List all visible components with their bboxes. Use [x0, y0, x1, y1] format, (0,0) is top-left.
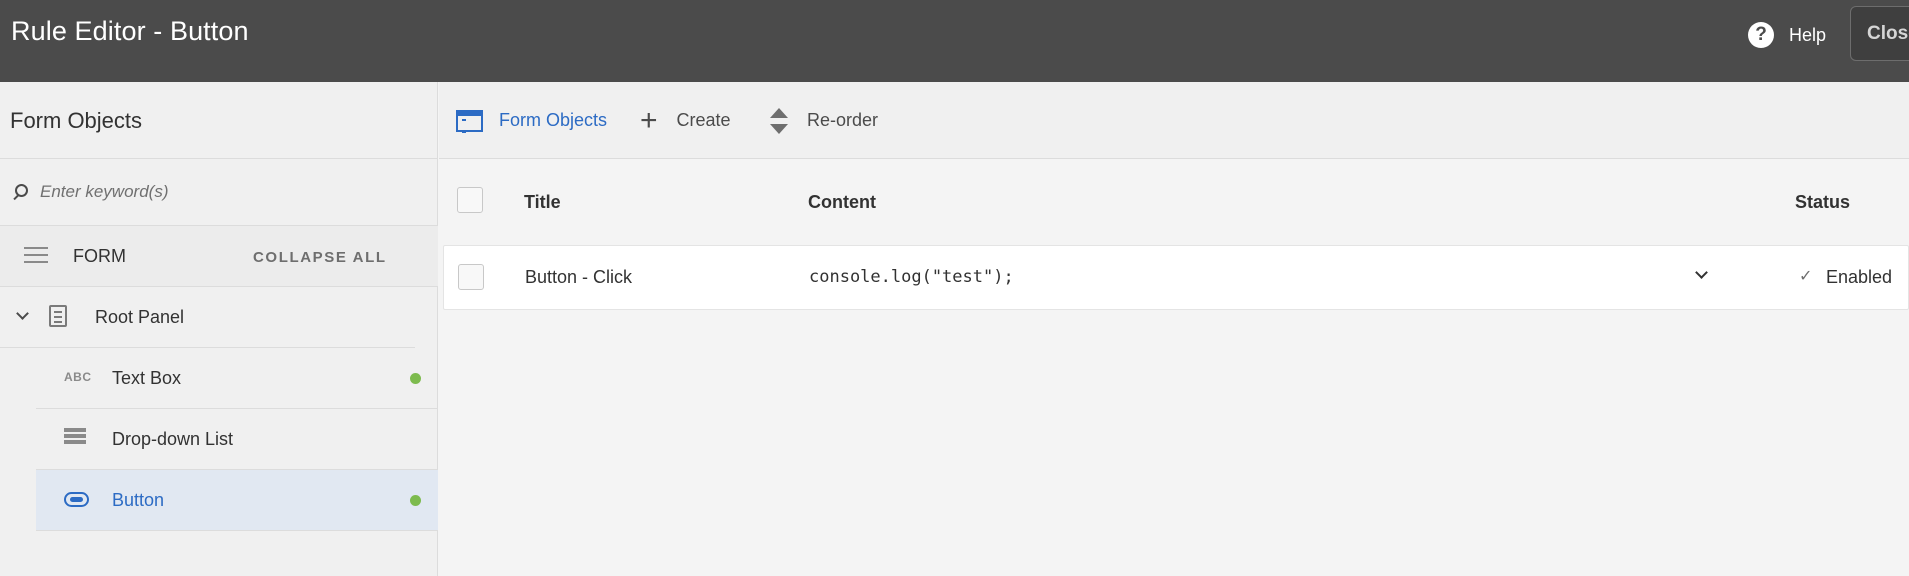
create-button[interactable]: + Create: [640, 82, 731, 159]
search-bar: [0, 159, 438, 226]
tree-item-text-box[interactable]: ABC Text Box: [0, 348, 438, 409]
tree-item-label: Root Panel: [95, 307, 185, 327]
form-objects-label: Form Objects: [499, 110, 608, 130]
plus-icon: +: [640, 103, 658, 137]
checkmark-icon: ✓: [1799, 268, 1813, 285]
app-header: Rule Editor - Button ? Help Close: [0, 0, 1909, 82]
form-label: FORM: [73, 246, 126, 266]
button-icon: [64, 492, 89, 507]
form-objects-sidebar: Form Objects FORM COLLAPSE ALL Root Pane…: [0, 82, 438, 576]
help-icon: ?: [1748, 22, 1774, 48]
reorder-button[interactable]: Re-order: [769, 82, 878, 159]
form-icon: [24, 247, 48, 265]
toolbar: Form Objects + Create Re-order: [439, 82, 1909, 159]
reorder-icon: [769, 106, 789, 136]
tree-item-label: Drop-down List: [112, 429, 234, 449]
select-all-checkbox[interactable]: [457, 187, 483, 213]
panel-icon: [49, 305, 67, 327]
help-button[interactable]: ? Help: [1748, 20, 1826, 50]
row-checkbox[interactable]: [458, 264, 484, 290]
search-icon: [12, 184, 28, 200]
text-box-icon: ABC: [64, 370, 92, 384]
rule-title: Button - Click: [525, 267, 633, 287]
collapse-all-button[interactable]: COLLAPSE ALL: [253, 249, 387, 266]
form-objects-icon: [456, 109, 483, 133]
form-root-row[interactable]: FORM COLLAPSE ALL: [0, 226, 438, 287]
tree-item-label: Button: [112, 490, 165, 510]
rule-content: console.log("test");: [809, 267, 1014, 287]
dropdown-list-icon: [64, 428, 86, 450]
rule-status: Enabled: [1826, 267, 1893, 287]
chevron-down-icon[interactable]: [1694, 268, 1708, 282]
chevron-down-icon[interactable]: [16, 309, 28, 321]
sidebar-header: Form Objects: [0, 82, 438, 159]
rule-indicator-dot: [410, 373, 421, 384]
create-label: Create: [676, 110, 731, 130]
help-label: Help: [1789, 24, 1827, 45]
tree-item-root-panel[interactable]: Root Panel: [0, 287, 438, 348]
rule-indicator-dot: [410, 495, 421, 506]
divider: [36, 530, 438, 531]
close-button[interactable]: Close: [1850, 6, 1909, 61]
table-row[interactable]: Button - Click console.log("test"); ✓ En…: [443, 245, 1909, 310]
column-header-status[interactable]: Status: [1795, 192, 1850, 213]
reorder-label: Re-order: [807, 110, 879, 130]
form-objects-button[interactable]: Form Objects: [456, 82, 607, 159]
column-header-title[interactable]: Title: [524, 192, 561, 213]
tree-item-dropdown-list[interactable]: Drop-down List: [0, 409, 438, 470]
tree-item-button[interactable]: Button: [36, 470, 438, 531]
column-header-content[interactable]: Content: [808, 192, 876, 213]
search-input[interactable]: [40, 182, 420, 202]
sidebar-title: Form Objects: [10, 108, 143, 133]
table-header: Title Content Status: [439, 159, 1909, 245]
tree-item-label: Text Box: [112, 368, 182, 388]
page-title: Rule Editor - Button: [11, 16, 249, 46]
